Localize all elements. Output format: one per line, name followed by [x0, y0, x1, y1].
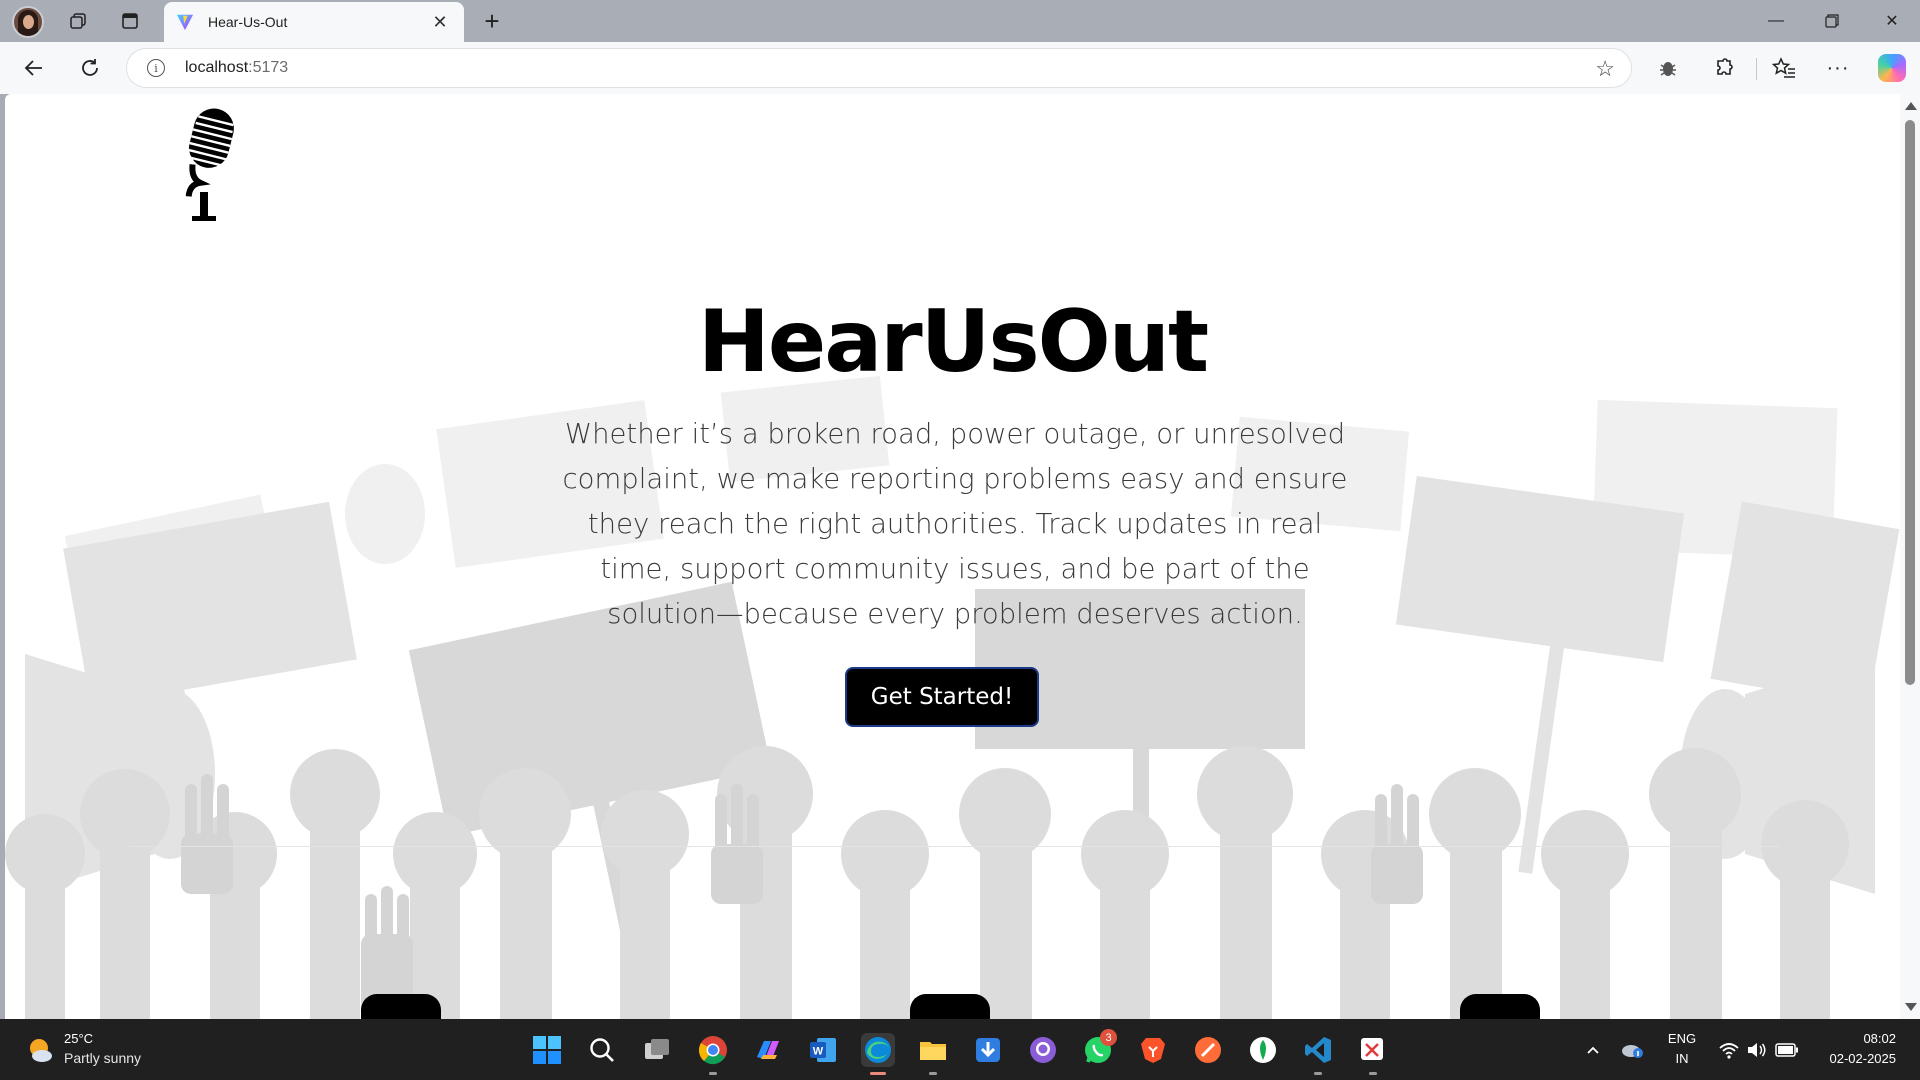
running-indicator	[929, 1072, 937, 1075]
workspaces-icon[interactable]	[60, 5, 96, 37]
windows-taskbar: 25°C Partly sunny W 3 ENG IN 08:02 02-02…	[0, 1019, 1920, 1080]
language-indicator[interactable]: ENG	[1664, 1031, 1700, 1046]
onedrive-icon[interactable]	[1615, 1033, 1649, 1067]
weather-condition[interactable]: Partly sunny	[64, 1050, 141, 1066]
chevron-up-icon[interactable]	[1576, 1033, 1610, 1067]
scroll-thumb[interactable]	[1905, 120, 1915, 685]
running-indicator	[709, 1072, 717, 1075]
scroll-down-arrow-icon[interactable]	[1905, 1003, 1917, 1011]
get-started-button[interactable]: Get Started!	[845, 667, 1039, 727]
running-indicator	[1314, 1072, 1322, 1075]
brave-icon[interactable]	[1136, 1033, 1170, 1067]
github-icon[interactable]	[1026, 1033, 1060, 1067]
postman-icon[interactable]	[1191, 1033, 1225, 1067]
restore-button[interactable]	[1804, 0, 1860, 42]
svg-text:W: W	[813, 1046, 824, 1058]
download-manager-icon[interactable]	[971, 1033, 1005, 1067]
minimize-button[interactable]: —	[1748, 0, 1804, 42]
tab-actions-icon[interactable]	[112, 5, 148, 37]
file-explorer-icon[interactable]	[916, 1033, 950, 1067]
address-bar[interactable]: i localhost:5173 ☆	[126, 48, 1632, 88]
url-port: :5173	[248, 59, 289, 76]
vscode-icon[interactable]	[1301, 1033, 1335, 1067]
volume-icon[interactable]	[1740, 1033, 1774, 1067]
feature-card-top	[1460, 994, 1540, 1019]
partly-sunny-icon[interactable]	[26, 1036, 54, 1064]
word-icon[interactable]: W	[806, 1033, 840, 1067]
task-view-icon[interactable]	[640, 1033, 674, 1067]
more-icon[interactable]: ···	[1822, 52, 1854, 84]
puzzle-icon[interactable]	[1708, 52, 1740, 84]
feature-card-top	[361, 994, 441, 1019]
search-icon[interactable]	[585, 1033, 619, 1067]
running-indicator	[1369, 1072, 1377, 1075]
chrome-icon[interactable]	[696, 1033, 730, 1067]
region-indicator[interactable]: IN	[1664, 1051, 1700, 1066]
star-icon[interactable]: ☆	[1595, 56, 1615, 82]
snipping-tool-icon[interactable]	[1356, 1033, 1390, 1067]
tab-hear-us-out[interactable]: Hear-Us-Out ✕	[164, 2, 464, 42]
clock-time[interactable]: 08:02	[1863, 1031, 1896, 1046]
close-window-button[interactable]: ✕	[1864, 0, 1920, 42]
toolbar-separator	[1756, 58, 1757, 80]
copilot-icon[interactable]	[1878, 54, 1906, 82]
edge-icon[interactable]	[861, 1033, 895, 1067]
favorites-icon[interactable]	[1768, 52, 1800, 84]
vite-favicon-icon	[176, 14, 194, 31]
profile-avatar-icon[interactable]	[12, 6, 44, 38]
hero-description: Whether it’s a broken road, power outage…	[562, 418, 1348, 630]
page-viewport: HearUsOut Whether it’s a broken road, po…	[5, 94, 1900, 1019]
start-icon[interactable]	[530, 1033, 564, 1067]
page-scrollbar[interactable]	[1900, 94, 1920, 1019]
scroll-up-arrow-icon[interactable]	[1905, 102, 1917, 110]
battery-icon[interactable]	[1770, 1033, 1804, 1067]
page-title: HearUsOut	[697, 292, 1209, 392]
new-tab-button[interactable]: +	[476, 5, 508, 37]
close-tab-icon[interactable]: ✕	[428, 10, 452, 34]
app-logo[interactable]	[140, 104, 270, 222]
copilot-app-icon[interactable]	[751, 1033, 785, 1067]
browser-toolbar: i localhost:5173 ☆ ···	[0, 42, 1920, 94]
url-host: localhost	[185, 59, 249, 76]
mongodb-compass-icon[interactable]	[1246, 1033, 1280, 1067]
tab-title: Hear-Us-Out	[208, 14, 288, 30]
back-arrow-icon[interactable]	[18, 52, 50, 84]
bug-extension-icon[interactable]	[1652, 52, 1684, 84]
clock-date[interactable]: 02-02-2025	[1830, 1051, 1897, 1066]
active-indicator	[870, 1072, 886, 1075]
reload-icon[interactable]	[74, 52, 106, 84]
microphone-icon	[185, 108, 234, 221]
site-info-icon[interactable]: i	[147, 59, 165, 77]
section-divider	[130, 846, 1780, 847]
feature-card-top	[910, 994, 990, 1019]
whatsapp-badge: 3	[1100, 1029, 1117, 1046]
browser-tabstrip: Hear-Us-Out ✕ + — ✕	[0, 0, 1920, 42]
weather-temperature[interactable]: 25°C	[64, 1031, 93, 1046]
